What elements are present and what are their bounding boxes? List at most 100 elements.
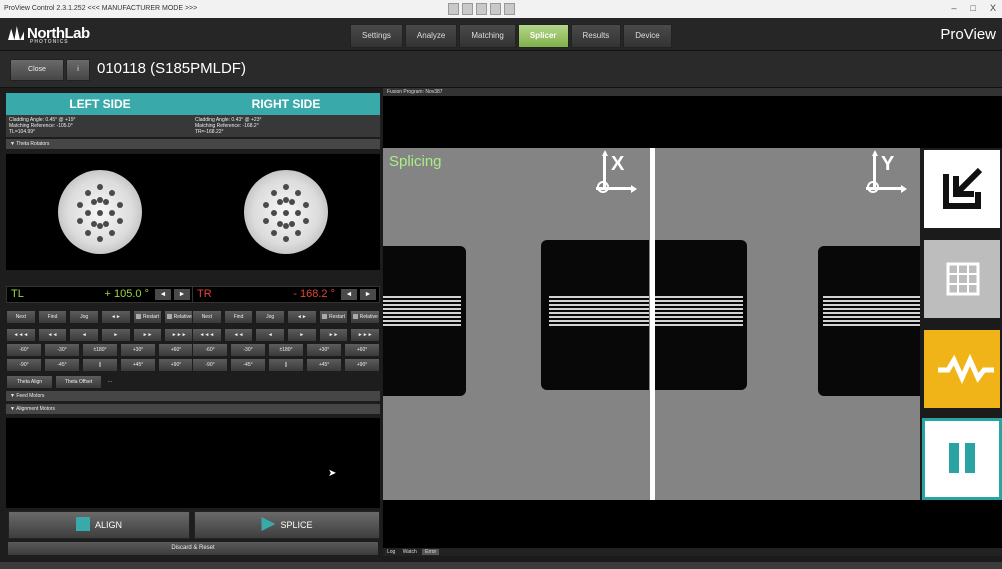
fiber-strand-line: [383, 312, 461, 314]
rotator-control-button[interactable]: ◄◄: [37, 328, 68, 342]
view-side-buttons: [922, 148, 1002, 500]
rotator-control-button[interactable]: -90°: [6, 358, 42, 372]
discard-reset-button[interactable]: Discard & Reset: [8, 542, 378, 555]
signal-graph-button[interactable]: [922, 328, 1002, 410]
rotator-control-button[interactable]: +90°: [158, 358, 194, 372]
rotator-control-button[interactable]: ◄◄: [223, 328, 254, 342]
rotator-control-button[interactable]: -60°: [6, 343, 42, 357]
tab-log[interactable]: Log: [387, 549, 395, 555]
close-program-button[interactable]: Close: [10, 59, 64, 81]
rotator-control-button[interactable]: ►: [101, 328, 131, 342]
rotator-control-button[interactable]: Jog: [69, 310, 100, 324]
rotator-control-button[interactable]: +45°: [120, 358, 156, 372]
rotator-control-button[interactable]: ◄►: [287, 310, 317, 324]
rotator-control-button[interactable]: Restart: [132, 310, 163, 324]
rotator-control-button[interactable]: ||: [268, 358, 304, 372]
rotator-control-button[interactable]: ±180°: [82, 343, 118, 357]
theta-rotators-section[interactable]: ▼ Theta Rotators: [6, 139, 380, 149]
fiber-strand-line: [823, 304, 920, 306]
rotator-control-button[interactable]: Restart: [318, 310, 349, 324]
rotator-control-button[interactable]: Relative: [164, 310, 195, 324]
close-window-button[interactable]: X: [990, 3, 996, 13]
splice-button[interactable]: SPLICE: [194, 511, 380, 539]
fiber-core: [289, 199, 295, 205]
tab-matching[interactable]: Matching: [459, 24, 516, 48]
checkbox-icon[interactable]: [321, 314, 327, 319]
rotator-control-button[interactable]: +30°: [306, 343, 342, 357]
rotator-control-button[interactable]: Jog: [255, 310, 286, 324]
proview-brand: ProView: [940, 26, 996, 43]
rotator-control-button[interactable]: ◄◄◄: [6, 328, 36, 342]
rotator-control-button[interactable]: +60°: [344, 343, 380, 357]
tab-settings[interactable]: Settings: [350, 24, 403, 48]
right-side-info: Cladding Angle: 0.43° @ +23° Matching Re…: [192, 115, 380, 137]
rotator-control-button[interactable]: Relative: [350, 310, 381, 324]
right-theta-readout: TR - 168.2 ° ◄ ►: [192, 286, 380, 303]
tab-device[interactable]: Device: [623, 24, 672, 48]
rotate-right-button[interactable]: ►: [174, 289, 190, 300]
rotate-left-button[interactable]: ◄: [341, 289, 357, 300]
pause-button[interactable]: [922, 418, 1002, 500]
grid-view-button[interactable]: [922, 238, 1002, 320]
rotator-control-button[interactable]: Find: [37, 310, 68, 324]
tab-watch[interactable]: Watch: [403, 549, 417, 555]
rotator-control-button[interactable]: ◄: [69, 328, 100, 342]
rotator-control-button[interactable]: ±180°: [268, 343, 304, 357]
fiber-strand-line: [549, 312, 649, 314]
rotator-control-button[interactable]: ►: [287, 328, 317, 342]
checkbox-icon[interactable]: [166, 314, 172, 319]
rotator-control-button[interactable]: +45°: [306, 358, 342, 372]
alignment-motors-section[interactable]: ▼ Alignment Motors: [6, 404, 380, 414]
rotate-left-button[interactable]: ◄: [155, 289, 171, 300]
toolbar-icon[interactable]: [504, 3, 515, 15]
x-axis-icon: X: [593, 150, 641, 200]
rotator-control-button[interactable]: ◄: [255, 328, 286, 342]
checkbox-icon[interactable]: [352, 314, 358, 319]
checkbox-icon[interactable]: [135, 314, 141, 319]
rotator-control-button[interactable]: ►►: [132, 328, 163, 342]
toolbar-icon[interactable]: [490, 3, 501, 15]
toolbar-icon[interactable]: [448, 3, 459, 15]
rotator-control-button[interactable]: Next: [192, 310, 222, 324]
rotator-control-button[interactable]: ◄◄◄: [192, 328, 222, 342]
tab-results[interactable]: Results: [570, 24, 622, 48]
tab-analyze[interactable]: Analyze: [404, 24, 458, 48]
rotator-control-button[interactable]: -90°: [192, 358, 228, 372]
toolbar-icon[interactable]: [462, 3, 473, 15]
export-view-button[interactable]: [922, 148, 1002, 230]
toolbar-icon[interactable]: [476, 3, 487, 15]
rotator-control-button[interactable]: ►►: [318, 328, 349, 342]
rotator-control-button[interactable]: -45°: [230, 358, 266, 372]
rotator-control-button[interactable]: ||: [82, 358, 118, 372]
rotator-control-button[interactable]: +30°: [120, 343, 156, 357]
more-button[interactable]: ...: [104, 375, 116, 389]
rotator-control-button[interactable]: Next: [6, 310, 36, 324]
fiber-strand-line: [655, 296, 743, 298]
fiber-core: [117, 218, 123, 224]
minimize-button[interactable]: –: [952, 3, 957, 13]
maximize-button[interactable]: □: [971, 3, 976, 13]
tab-error[interactable]: Error: [422, 549, 440, 555]
fiber-camera-view[interactable]: Splicing X Y: [383, 148, 920, 500]
program-title: 010118 (S185PMLDF): [97, 60, 246, 77]
rotator-control-button[interactable]: -60°: [192, 343, 228, 357]
rotator-control-button[interactable]: ◄►: [101, 310, 131, 324]
rotate-right-button[interactable]: ►: [360, 289, 376, 300]
fiber-core: [283, 210, 289, 216]
rotator-control-button[interactable]: +90°: [344, 358, 380, 372]
rotator-control-button[interactable]: ►►►: [164, 328, 195, 342]
theta-offset-button[interactable]: Theta Offset: [55, 375, 102, 389]
tab-splicer[interactable]: Splicer: [517, 24, 569, 48]
feed-motors-section[interactable]: ▼ Feed Motors: [6, 391, 380, 401]
rotator-control-button[interactable]: -30°: [230, 343, 266, 357]
rotator-control-button[interactable]: ►►►: [350, 328, 381, 342]
rotator-control-button[interactable]: +60°: [158, 343, 194, 357]
rotator-control-button[interactable]: -45°: [44, 358, 80, 372]
align-button[interactable]: ALIGN: [8, 511, 190, 539]
program-info-button[interactable]: i: [66, 59, 90, 81]
fiber-core: [283, 223, 289, 229]
program-bar: Close i 010118 (S185PMLDF): [0, 51, 1002, 88]
rotator-control-button[interactable]: -30°: [44, 343, 80, 357]
theta-align-button[interactable]: Theta Align: [6, 375, 53, 389]
rotator-control-button[interactable]: Find: [223, 310, 254, 324]
